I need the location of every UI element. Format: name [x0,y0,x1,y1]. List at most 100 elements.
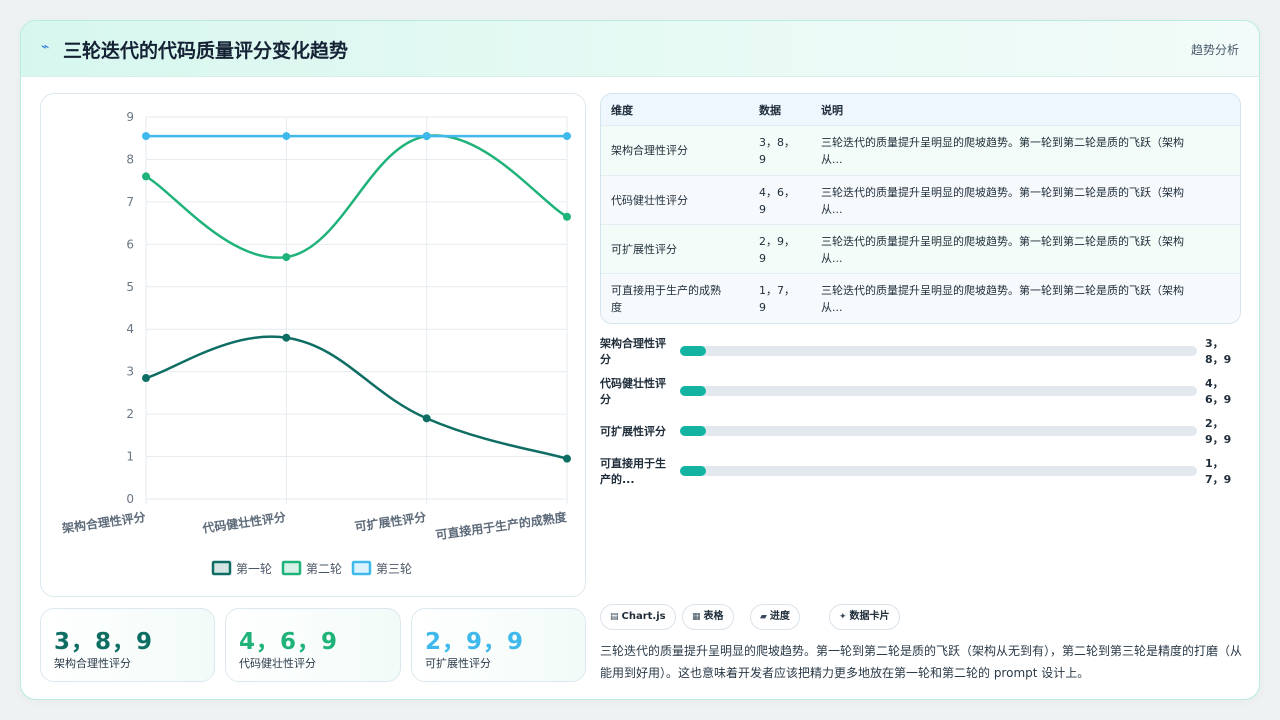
cell-description-line1: 三轮迭代的质量提升呈明显的爬坡趋势。第一轮到第二轮是质的飞跃（架构 [821,284,1184,297]
cell-description-line1: 三轮迭代的质量提升呈明显的爬坡趋势。第一轮到第二轮是质的飞跃（架构 [821,235,1184,248]
cell-dimension-line1: 可直接用于生产的成熟 [611,284,721,297]
chip-label: Chart.js [621,611,666,622]
cell-description-line2: 从... [821,252,843,265]
progress-label: 可扩展性评分 [600,425,666,438]
progress-fill [680,386,706,396]
progress-label-line1: 架构合理性评 [600,337,666,350]
progress-value-line2: 8，9 [1205,353,1232,366]
cell-data-line2: 9 [759,203,766,216]
stat-label: 可扩展性评分 [425,657,491,670]
stat-card-architecture: 3，8，9 架构合理性评分 [40,608,215,682]
progress-row: 架构合理性评 分 3， 8，9 [600,336,1241,372]
stat-value: 4，6，9 [239,629,339,655]
cell-data-line2: 9 [759,252,766,265]
progress-value-line1: 4， [1205,377,1224,390]
y-tick-label: 8 [126,152,134,166]
y-tick-label: 4 [126,322,134,336]
chip-chartjs[interactable]: ▤ Chart.js [600,604,676,630]
progress-value-line2: 7，9 [1205,473,1232,486]
progress-value-line2: 6，9 [1205,393,1232,406]
data-point [563,212,571,221]
progress-fill [680,346,706,356]
data-point [142,374,150,383]
cell-data-line1: 2，9， [759,235,795,248]
progress-track [680,426,1197,436]
sparkle-icon: ✦ [839,612,847,622]
progress-list: 架构合理性评 分 3， 8，9 代码健壮性评 分 4， 6，9 可扩展性评分 2… [600,334,1241,494]
legend-label: 第二轮 [306,562,342,576]
progress-label-line1: 代码健壮性评 [600,377,666,390]
progress-label-line1: 可直接用于生 [600,457,666,470]
series-line [145,134,568,259]
column-header-dimension: 维度 [611,104,633,117]
stat-label: 架构合理性评分 [54,657,131,670]
legend-swatch [281,560,302,576]
progress-label-line2: 产的... [600,473,635,486]
y-tick-label: 5 [126,280,134,294]
y-tick-label: 0 [126,492,134,506]
chip-data-card[interactable]: ✦ 数据卡片 [829,604,900,630]
progress-track [680,386,1197,396]
cell-data-line2: 9 [759,301,766,314]
progress-track [680,346,1197,356]
y-tick-label: 1 [126,450,134,464]
cell-data-line1: 1，7， [759,284,795,297]
stat-value: 2，9，9 [425,629,525,655]
stat-label: 代码健壮性评分 [239,657,316,670]
chart-icon: ▤ [610,612,619,622]
cell-description-line1: 三轮迭代的质量提升呈明显的爬坡趋势。第一轮到第二轮是质的飞跃（架构 [821,136,1184,149]
progress-track [680,466,1197,476]
stat-value: 3，8，9 [54,629,154,655]
cell-data-line1: 4，6， [759,186,795,199]
header-tag: 趋势分析 [1190,43,1239,57]
progress-row: 可直接用于生 产的... 1， 7，9 [600,456,1241,492]
data-point [563,454,571,463]
y-tick-label: 6 [126,237,134,251]
dashboard-card: ⌁ 三轮迭代的代码质量评分变化趋势 趋势分析 0 1 2 3 4 5 6 7 8 9 架构合理性评分… [20,20,1260,700]
progress-fill [680,426,706,436]
data-point [282,253,291,262]
progress-icon: ▰ [760,612,767,622]
chip-label: 表格 [703,611,724,622]
cell-description-line2: 从... [821,153,843,166]
data-table: 维度 数据 说明 架构合理性评分 3，8， 9 三轮迭代的质量提升呈明显的爬坡趋… [600,93,1241,324]
legend-swatch [351,560,372,576]
x-tick-label: 架构合理性评分 [60,509,146,536]
stat-card-extensibility: 2，9，9 可扩展性评分 [411,608,586,682]
stat-card-robustness: 4，6，9 代码健壮性评分 [225,608,401,682]
page-title: 三轮迭代的代码质量评分变化趋势 [63,40,349,62]
data-point [282,132,291,141]
chip-progress[interactable]: ▰ 进度 [750,604,800,630]
data-point [282,333,291,342]
series-line [145,335,568,460]
line-chart-panel: 0 1 2 3 4 5 6 7 8 9 架构合理性评分 代码健壮性评分 可扩展性评分 可直接用于生产的成熟… [40,93,586,597]
legend-label: 第三轮 [376,562,412,576]
table-row: 可直接用于生产的成熟 度 1，7， 9 三轮迭代的质量提升呈明显的爬坡趋势。第一… [601,274,1240,323]
progress-value-line1: 2， [1205,417,1224,430]
cell-data-line1: 3，8， [759,136,795,149]
data-point [142,132,150,141]
lightning-icon: ⌁ [41,39,50,55]
summary-text: 三轮迭代的质量提升呈明显的爬坡趋势。第一轮到第二轮是质的飞跃（架构从无到有），第… [600,644,1243,680]
cell-dimension: 代码健壮性评分 [611,194,688,207]
x-tick-label: 代码健壮性评分 [200,509,286,536]
header-bar: ⌁ 三轮迭代的代码质量评分变化趋势 趋势分析 [21,21,1259,77]
data-point [422,132,431,141]
table-icon: ▦ [692,612,701,622]
y-tick-label: 9 [126,110,134,124]
x-tick-label: 可直接用于生产的成熟度 [435,509,569,542]
progress-row: 代码健壮性评 分 4， 6，9 [600,376,1241,412]
line-chart: 0 1 2 3 4 5 6 7 8 9 架构合理性评分 代码健壮性评分 可扩展性评分 可直接用于生产的成熟… [60,110,571,576]
legend-swatch [211,560,232,576]
data-point [142,172,150,181]
chip-table[interactable]: ▦ 表格 [682,604,734,630]
progress-fill [680,466,706,476]
progress-row: 可扩展性评分 2， 9，9 [600,416,1241,452]
cell-description-line2: 从... [821,301,843,314]
y-tick-label: 7 [126,195,134,209]
legend-label: 第一轮 [236,562,272,576]
data-point [422,414,431,423]
progress-label-line2: 分 [600,393,611,406]
cell-description-line1: 三轮迭代的质量提升呈明显的爬坡趋势。第一轮到第二轮是质的飞跃（架构 [821,186,1184,199]
y-tick-label: 2 [126,407,134,421]
